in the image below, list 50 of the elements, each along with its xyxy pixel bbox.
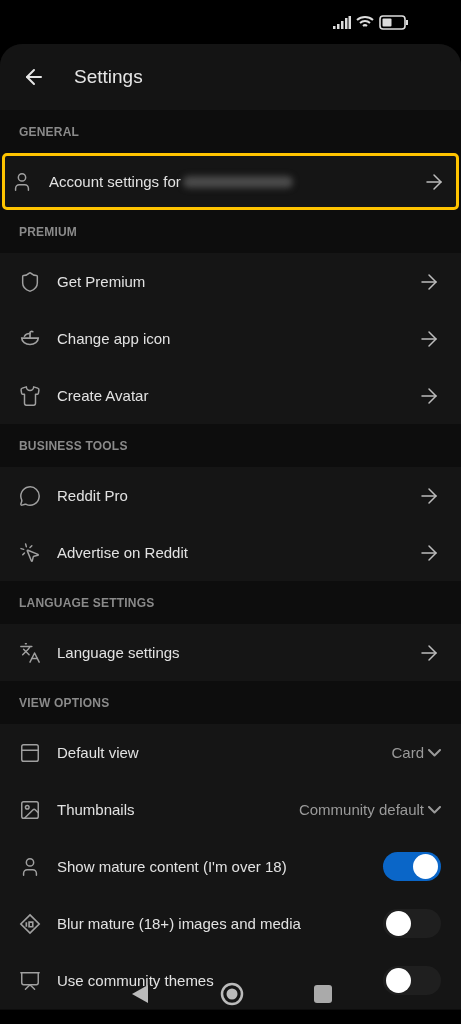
dropdown[interactable]: Community default	[298, 801, 441, 818]
shield-icon	[19, 270, 41, 293]
toggle-switch[interactable]	[383, 909, 441, 938]
battery-icon	[379, 14, 409, 30]
settings-row[interactable]: Create Avatar	[0, 367, 461, 424]
row-label: Use community themes	[57, 972, 214, 989]
settings-row[interactable]: Get Premium	[0, 253, 461, 310]
settings-row[interactable]: Advertise on Reddit	[0, 524, 461, 581]
row-label: Thumbnails	[57, 801, 135, 818]
row-label: Show mature content (I'm over 18)	[57, 858, 287, 875]
settings-row[interactable]: Use community themes	[0, 952, 461, 1009]
row-label: Get Premium	[57, 273, 146, 290]
row-label: Reddit Pro	[57, 487, 128, 504]
settings-row[interactable]: Thumbnails Community default	[0, 781, 461, 838]
toggle-switch[interactable]	[383, 852, 441, 881]
easel-icon	[19, 969, 41, 992]
translate-icon	[19, 641, 41, 664]
settings-row[interactable]: Default view Card	[0, 724, 461, 781]
image-icon	[19, 798, 41, 821]
home-nav-button[interactable]	[219, 982, 244, 1006]
row-label: Create Avatar	[57, 387, 149, 404]
row-label: Blur mature (18+) images and media	[57, 915, 301, 932]
layout-icon	[19, 741, 41, 764]
toggle-switch[interactable]	[383, 966, 441, 995]
chevron-down-icon	[428, 805, 441, 814]
settings-row[interactable]: Reddit Pro	[0, 467, 461, 524]
section-heading: LANGUAGE SETTINGS	[18, 594, 156, 612]
settings-row[interactable]: Change app icon	[0, 310, 461, 367]
section-heading: BUSINESS TOOLS	[18, 437, 129, 455]
row-label: Change app icon	[57, 330, 171, 347]
wifi-icon	[356, 15, 374, 29]
badge-icon	[19, 912, 41, 935]
row-label: Account settings for	[49, 173, 181, 190]
settings-row[interactable]: Language settings	[0, 624, 461, 681]
pointer-click-icon	[19, 541, 41, 564]
shirt-icon	[19, 384, 41, 407]
section-heading: VIEW OPTIONS	[18, 694, 111, 712]
row-label: Language settings	[57, 644, 180, 661]
row-label: Advertise on Reddit	[57, 544, 188, 561]
settings-row[interactable]: Account settings for	[2, 153, 459, 210]
chat-icon	[19, 484, 41, 507]
dropdown[interactable]: Card	[391, 744, 441, 761]
section-heading: PREMIUM	[18, 223, 79, 241]
chevron-down-icon	[428, 748, 441, 757]
page-title: Settings	[74, 66, 143, 88]
settings-row[interactable]: Blur mature (18+) images and media	[0, 895, 461, 952]
row-label: Default view	[57, 744, 139, 761]
signal-icon	[333, 15, 351, 29]
settings-row[interactable]: Show mature content (I'm over 18)	[0, 838, 461, 895]
section-heading: GENERAL	[18, 123, 81, 141]
